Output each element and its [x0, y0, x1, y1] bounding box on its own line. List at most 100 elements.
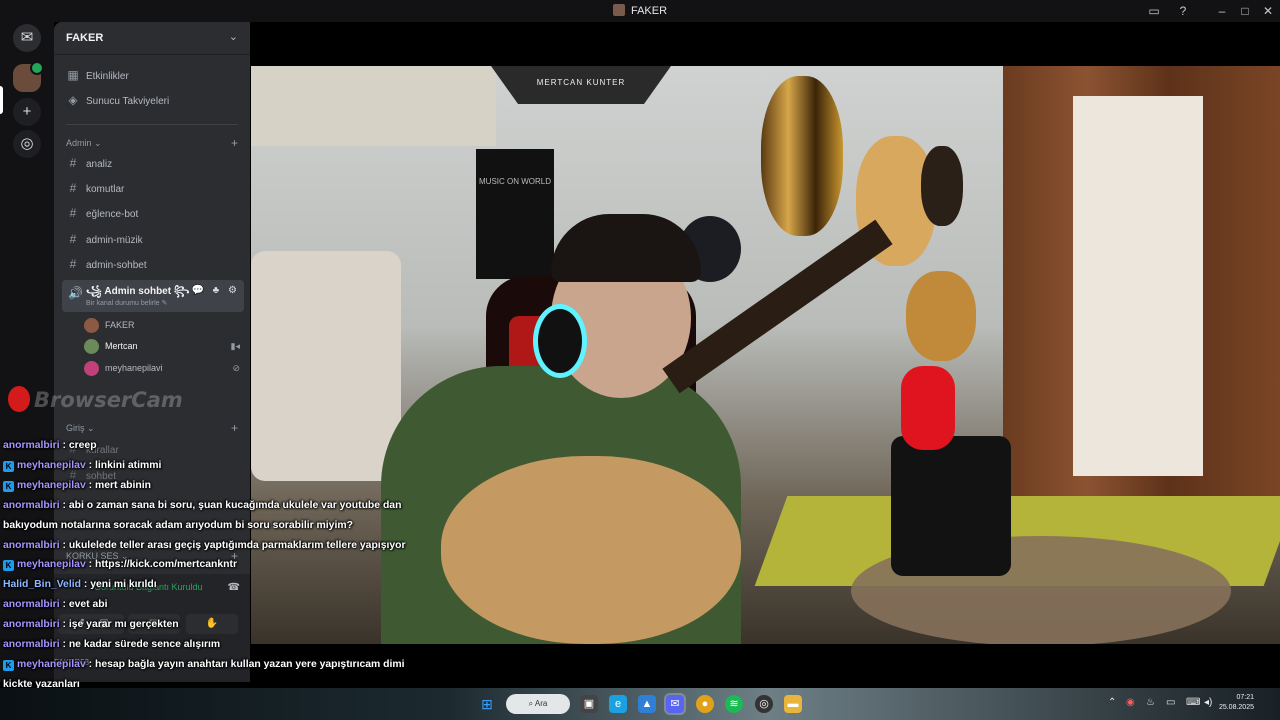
channel-komutlar[interactable]: # komutlar	[62, 177, 242, 199]
tray-app-icon[interactable]: ◉	[1126, 697, 1135, 708]
server-header[interactable]: FAKER ⌄	[54, 22, 250, 55]
tray-overflow-icon[interactable]: ⌃	[1108, 697, 1116, 708]
channel-status-prompt[interactable]: Bir kanal durumu belirle ✎	[86, 299, 167, 307]
chat-separator: :	[59, 499, 69, 511]
door-panel	[1073, 96, 1203, 476]
chat-message: anormalbiri : ne kadar sürede sence alış…	[3, 635, 423, 655]
category-giris[interactable]: Giriş ⌄ +	[66, 421, 238, 435]
tray-box-icon[interactable]: ▭	[1166, 697, 1175, 708]
chrome-icon[interactable]: ●	[696, 695, 714, 713]
boost-icon: ◈	[68, 93, 78, 107]
chat-username: meyhanepilav	[17, 459, 86, 471]
channel-admin-muzik[interactable]: # admin-müzik	[62, 228, 242, 250]
chat-username: meyhanepilav	[17, 658, 86, 670]
voice-user-meyhanepilavi[interactable]: meyhanepilavi ⊘	[84, 358, 244, 378]
ukulele-wall	[921, 146, 963, 226]
red-microphone	[901, 366, 955, 450]
sidebar-item-events[interactable]: ▦ Etkinlikler	[62, 64, 242, 86]
server-name: FAKER	[66, 32, 104, 44]
chat-message: Kmeyhanepilav : mert abinin	[3, 476, 423, 496]
voice-user-faker[interactable]: FAKER	[84, 315, 244, 335]
file-explorer-icon[interactable]: ▬	[784, 695, 802, 713]
avatar	[84, 318, 99, 334]
steam-icon[interactable]: ♨	[1146, 697, 1155, 708]
minimize-icon[interactable]: –	[1213, 3, 1231, 19]
start-icon[interactable]: ⊞	[478, 695, 496, 713]
obs-icon[interactable]: ◎	[755, 695, 773, 713]
speaker-icon: 🔊	[68, 286, 83, 300]
system-clock[interactable]: 07:21 25.08.2025	[1219, 693, 1254, 713]
close-icon[interactable]: ✕	[1259, 3, 1277, 19]
kick-badge-icon: K	[3, 659, 14, 671]
chat-username: meyhanepilav	[17, 559, 86, 571]
chat-message: anormalbiri : creep	[3, 436, 423, 456]
chat-username: meyhanepilav	[17, 479, 86, 491]
chevron-down-icon[interactable]: ⌄	[229, 30, 238, 43]
photos-icon[interactable]: ▲	[638, 695, 656, 713]
chat-text: yeni mi kırıldı	[90, 579, 157, 591]
voice-channel-actions[interactable]: 💬 ♣ ⚙	[191, 285, 240, 296]
avatar	[84, 361, 99, 377]
chat-separator: :	[85, 459, 95, 471]
channel-eglence-bot[interactable]: # eğlence-bot	[62, 202, 242, 224]
server-faker-icon[interactable]	[13, 61, 44, 92]
hashtag-icon: #	[69, 232, 77, 246]
title-bar: FAKER ▭ ? – □ ✕	[0, 0, 1280, 22]
taskview-icon[interactable]: ▣	[580, 695, 598, 713]
kick-badge-icon: K	[3, 480, 14, 492]
wall-banner: MERTCAN KUNTER	[491, 66, 671, 104]
chat-separator: :	[85, 559, 95, 571]
chat-username: anormalbiri	[3, 599, 60, 611]
chat-message: anormalbiri : abi o zaman sana bi soru, …	[3, 496, 423, 536]
live-dot	[30, 61, 44, 75]
avatar	[84, 339, 99, 355]
category-admin[interactable]: Admin ⌄ +	[66, 136, 238, 150]
chat-text: linkini atimmi	[94, 459, 162, 471]
channel-admin-sohbet[interactable]: # admin-sohbet	[62, 253, 242, 275]
kick-badge-icon: K	[3, 460, 14, 472]
help-icon[interactable]: ?	[1174, 3, 1192, 19]
search-box[interactable]: ⌕ Ara	[506, 694, 570, 714]
chat-separator: :	[85, 479, 95, 491]
wall-shelf	[251, 66, 496, 146]
chat-separator: :	[59, 440, 69, 451]
voice-user-mertcan[interactable]: Mertcan ▮◂	[84, 336, 244, 356]
app-icon	[612, 4, 625, 16]
sidebar-item-boosts[interactable]: ◈ Sunucu Takviyeleri	[62, 89, 242, 111]
edge-icon[interactable]: e	[609, 695, 627, 713]
chat-text: evet abi	[68, 599, 108, 611]
discover-icon[interactable]: ◎	[13, 130, 41, 158]
guitar-body	[441, 456, 741, 644]
mic-muted-icon: ⊘	[232, 363, 240, 373]
spotify-icon[interactable]: ≋	[725, 695, 743, 713]
maximize-icon[interactable]: □	[1236, 3, 1254, 19]
voice-channel-active[interactable]: 🔊 ꧁ Admin sohbet ꧂ Bir kanal durumu beli…	[62, 280, 244, 312]
window-title: FAKER	[0, 4, 1280, 17]
chat-text: ne kadar sürede sence alışırım	[68, 639, 221, 651]
hashtag-icon: #	[69, 181, 77, 195]
selected-pill	[0, 86, 3, 114]
keyboard-icon[interactable]: ⌨	[1186, 697, 1200, 708]
discord-home-icon[interactable]: ✉	[13, 24, 41, 52]
chat-message: anormalbiri : işe yarar mı gerçekten	[3, 615, 423, 635]
chat-message: Kmeyhanepilav : https://kick.com/mertcan…	[3, 555, 423, 575]
discord-taskbar-icon[interactable]: ✉	[664, 693, 686, 715]
watermark-logo-icon	[8, 386, 30, 412]
mic-shield	[891, 436, 1011, 576]
monitor-alert-icon[interactable]: ▭	[1145, 3, 1163, 19]
chat-username: anormalbiri	[3, 639, 60, 651]
add-channel-icon[interactable]: +	[231, 421, 238, 435]
add-channel-icon[interactable]: +	[231, 136, 238, 150]
camera-icon: ▮◂	[230, 341, 240, 351]
volume-icon[interactable]: ◂)	[1204, 697, 1212, 708]
chat-text: https://kick.com/mertcankntr	[94, 559, 238, 571]
channel-analiz[interactable]: # analiz	[62, 152, 242, 174]
rgb-headphones	[533, 304, 587, 378]
chat-text: ukulelede teller arası geçiş yaptığımda …	[68, 539, 406, 551]
chat-overlay: anormalbiri : creep Kmeyhanepilav : linki…	[3, 436, 423, 715]
chat-message: anormalbiri : ukulelede teller arası geç…	[3, 536, 423, 556]
chat-message: anormalbiri : evet abi	[3, 595, 423, 615]
chat-separator: :	[59, 599, 69, 611]
chat-username: anormalbiri	[3, 539, 60, 551]
add-server-icon[interactable]: +	[13, 98, 41, 126]
